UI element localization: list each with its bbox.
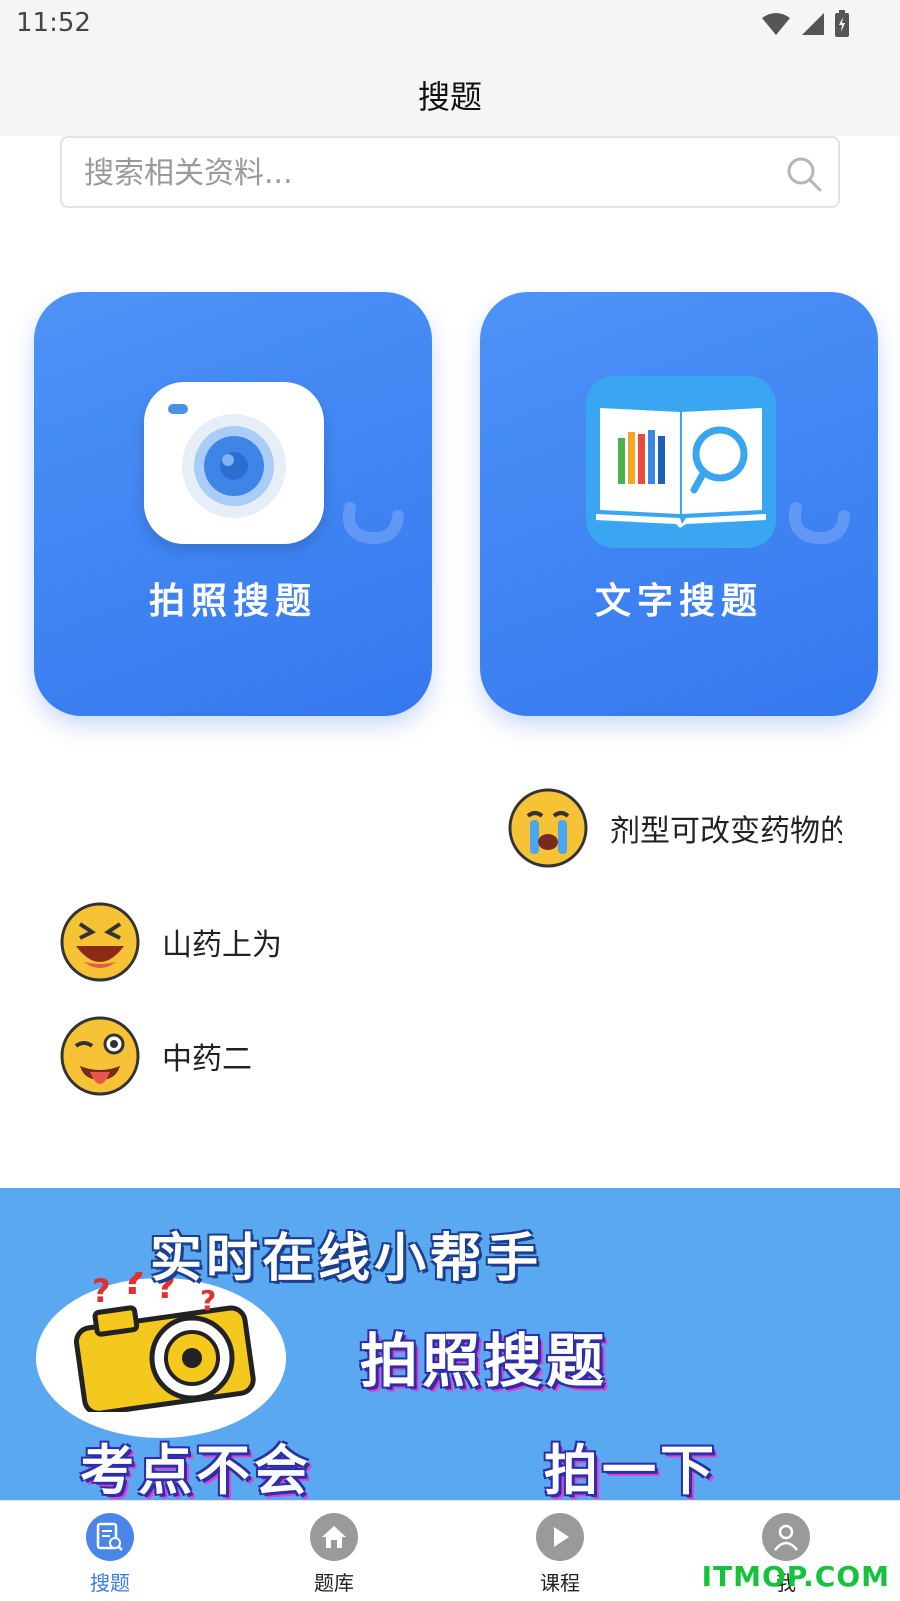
- status-icons: [760, 8, 850, 40]
- banner-slogan-left: 考点不会: [80, 1439, 312, 1500]
- photo-search-label: 拍照搜题: [148, 581, 317, 622]
- banner-title: 拍照搜题: [360, 1327, 609, 1395]
- grinning-squint-face-icon: [60, 902, 140, 982]
- battery-icon: [835, 10, 849, 37]
- tab-label: 题库: [314, 1571, 354, 1595]
- banner-headline: 实时在线小帮手: [150, 1229, 543, 1289]
- list-item[interactable]: 剂型可改变药物的: [508, 786, 842, 870]
- camera-cartoon-icon: ? ? ? ?: [73, 1272, 256, 1412]
- search-box[interactable]: [60, 136, 840, 208]
- text-search-label: 文字搜题: [594, 581, 763, 622]
- list-item[interactable]: 山药上为: [60, 900, 282, 984]
- status-bar: 11:52: [0, 0, 900, 50]
- camera-icon: [144, 382, 324, 544]
- status-time: 11:52: [16, 8, 91, 38]
- promo-banner[interactable]: ? ? ? ? 实时在线小帮手 拍照搜题 考点不会 拍一下: [0, 1188, 900, 1500]
- tab-question-bank[interactable]: 题库: [274, 1501, 394, 1601]
- winking-tongue-face-icon: [60, 1016, 140, 1096]
- tab-courses[interactable]: 课程: [500, 1501, 620, 1601]
- watermark: ITMOP.COM: [701, 1560, 890, 1593]
- search-doc-icon: [86, 1513, 134, 1561]
- top-bar: 搜题: [0, 50, 900, 136]
- list-item[interactable]: 中药二: [60, 1014, 252, 1098]
- tab-label: 搜题: [90, 1571, 130, 1595]
- search-icon[interactable]: [784, 154, 824, 194]
- page-title: 搜题: [417, 78, 482, 116]
- tab-search[interactable]: 搜题: [50, 1501, 170, 1601]
- tab-label: 课程: [540, 1571, 580, 1595]
- list-item-text: 中药二: [162, 1042, 252, 1077]
- signal-icon: [802, 13, 824, 35]
- list-item-text: 山药上为: [162, 928, 282, 963]
- svg-text:?: ?: [92, 1272, 111, 1310]
- text-search-card[interactable]: 文字搜题: [480, 292, 878, 716]
- magnet-icon: [343, 502, 404, 545]
- banner-slogan-right: 拍一下: [544, 1439, 718, 1500]
- crying-face-icon: [508, 788, 588, 868]
- photo-search-card[interactable]: 拍照搜题: [34, 292, 432, 716]
- svg-text:?: ?: [122, 1272, 145, 1304]
- home-icon: [310, 1513, 358, 1561]
- search-input[interactable]: [82, 138, 746, 208]
- book-icon: [586, 376, 776, 548]
- wifi-icon: [762, 13, 790, 35]
- magnet-icon: [789, 502, 850, 545]
- play-icon: [536, 1513, 584, 1561]
- list-item-text: 剂型可改变药物的: [610, 814, 842, 849]
- user-icon: [762, 1513, 810, 1561]
